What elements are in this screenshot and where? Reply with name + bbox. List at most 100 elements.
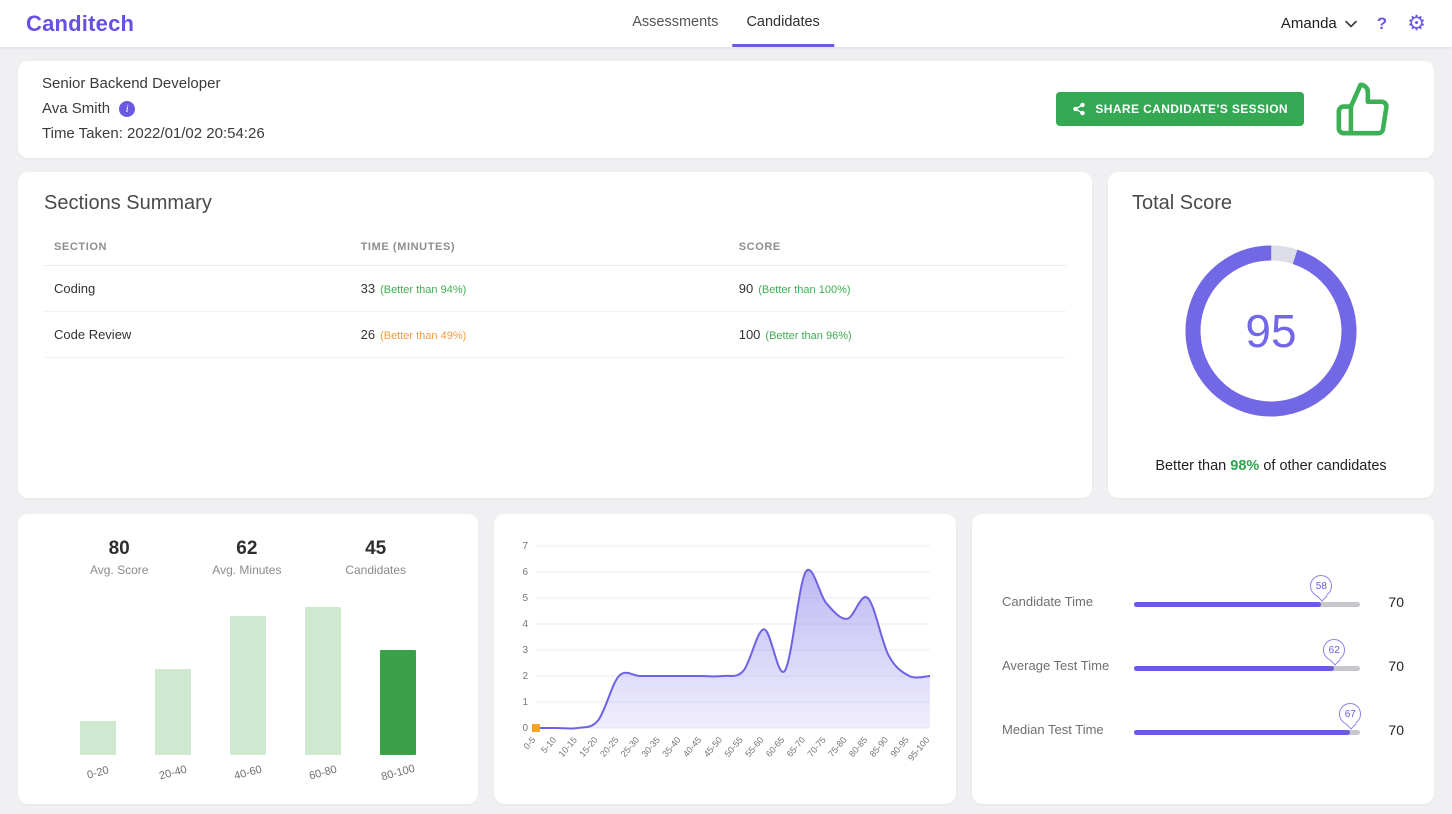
top-nav: Assessments Candidates <box>618 0 834 47</box>
time-comparison-card: Candidate Time5870Average Test Time6270M… <box>972 514 1434 804</box>
slider-label: Candidate Time <box>1002 594 1134 610</box>
area-chart-svg: 012345670-55-1010-1515-2020-2525-3030-35… <box>510 530 938 786</box>
svg-text:85-90: 85-90 <box>868 735 890 759</box>
slider-value-bubble: 62 <box>1323 639 1345 661</box>
svg-text:20-25: 20-25 <box>598 735 620 759</box>
candidate-actions: SHARE CANDIDATE'S SESSION <box>1056 80 1410 138</box>
help-button[interactable]: ? <box>1377 14 1387 34</box>
candidate-info-card: Senior Backend Developer Ava Smith i Tim… <box>18 61 1434 158</box>
user-name: Amanda <box>1281 15 1337 32</box>
bar-column: 0-20 <box>67 607 129 779</box>
svg-text:60-65: 60-65 <box>764 735 786 759</box>
sections-table: SECTION TIME (MINUTES) SCORE Coding33(Be… <box>44 229 1066 358</box>
bottom-row: 80Avg. Score62Avg. Minutes45Candidates 0… <box>18 514 1434 804</box>
bar <box>305 607 341 755</box>
stat-item: 80 Avg. Score <box>90 538 148 577</box>
slider-fill <box>1134 666 1334 671</box>
svg-text:0: 0 <box>522 723 528 734</box>
info-icon[interactable]: i <box>119 101 135 117</box>
total-score-value: 95 <box>1181 241 1361 421</box>
top-bar-actions: Amanda ? ⚙ <box>1281 13 1426 34</box>
total-score-title: Total Score <box>1132 192 1410 215</box>
bar-column: 40-60 <box>217 607 279 779</box>
candidate-details: Senior Backend Developer Ava Smith i Tim… <box>42 75 265 142</box>
svg-text:25-30: 25-30 <box>619 735 641 759</box>
bar-label: 60-80 <box>308 764 338 783</box>
slider-value-bubble: 67 <box>1339 703 1361 725</box>
svg-text:3: 3 <box>522 645 528 656</box>
bar <box>155 669 191 755</box>
stat-value: 80 <box>90 538 148 560</box>
time-slider-row: Median Test Time6770 <box>1002 708 1404 738</box>
score-caption: Better than 98% of other candidates <box>1132 458 1410 478</box>
svg-text:45-50: 45-50 <box>702 735 724 759</box>
svg-text:6: 6 <box>522 567 528 578</box>
svg-text:30-35: 30-35 <box>639 735 661 759</box>
sections-summary-title: Sections Summary <box>44 192 1066 215</box>
timeline-chart-card: 012345670-55-1010-1515-2020-2525-3030-35… <box>494 514 956 804</box>
candidate-time-taken: Time Taken: 2022/01/02 20:54:26 <box>42 125 265 142</box>
stat-value: 62 <box>212 538 281 560</box>
stat-label: Avg. Score <box>90 563 148 577</box>
score-caption-percent: 98% <box>1230 458 1259 474</box>
bar-column: 80-100 <box>367 607 429 779</box>
svg-text:75-80: 75-80 <box>826 735 848 759</box>
svg-text:40-45: 40-45 <box>681 735 703 759</box>
stat-item: 62 Avg. Minutes <box>212 538 281 577</box>
stat-label: Avg. Minutes <box>212 563 281 577</box>
bar <box>80 721 116 755</box>
total-score-card: Total Score 95 Better than 98% of other … <box>1108 172 1434 498</box>
bar-label: 0-20 <box>85 764 109 781</box>
bar-column: 20-40 <box>142 607 204 779</box>
bar-column: 60-80 <box>292 607 354 779</box>
bar <box>380 650 416 755</box>
candidate-name: Ava Smith <box>42 100 110 117</box>
thumbs-up-icon <box>1334 80 1392 138</box>
bar-label: 80-100 <box>380 763 416 783</box>
bar <box>230 616 266 755</box>
svg-text:2: 2 <box>522 671 528 682</box>
svg-text:5: 5 <box>522 593 528 604</box>
slider-fill <box>1134 730 1350 735</box>
column-header-time: TIME (MINUTES) <box>351 229 729 266</box>
slider-label: Median Test Time <box>1002 722 1134 738</box>
svg-text:70-75: 70-75 <box>805 735 827 759</box>
column-header-section: SECTION <box>44 229 351 266</box>
svg-text:7: 7 <box>522 541 528 552</box>
slider-fill <box>1134 602 1321 607</box>
svg-text:80-85: 80-85 <box>847 735 869 759</box>
share-session-button[interactable]: SHARE CANDIDATE'S SESSION <box>1056 92 1304 126</box>
tab-assessments[interactable]: Assessments <box>618 0 732 47</box>
slider-max-label: 70 <box>1360 722 1404 738</box>
stat-value: 45 <box>345 538 406 560</box>
svg-text:10-15: 10-15 <box>557 735 579 759</box>
table-row: Coding33(Better than 94%)90(Better than … <box>44 266 1066 312</box>
slider-max-label: 70 <box>1360 594 1404 610</box>
time-slider-row: Candidate Time5870 <box>1002 580 1404 610</box>
bar-label: 20-40 <box>158 764 188 783</box>
slider-track: 58 <box>1134 580 1360 610</box>
svg-text:1: 1 <box>522 697 528 708</box>
svg-text:5-10: 5-10 <box>539 735 558 755</box>
app-logo[interactable]: Canditech <box>26 11 134 37</box>
candidate-position: Senior Backend Developer <box>42 75 265 92</box>
svg-text:65-70: 65-70 <box>785 735 807 759</box>
settings-gear-icon[interactable]: ⚙ <box>1407 13 1426 34</box>
bar-chart-bars: 0-20 20-4040-6060-8080-100 <box>34 607 462 779</box>
share-button-label: SHARE CANDIDATE'S SESSION <box>1095 102 1288 116</box>
bar-label: 40-60 <box>233 764 263 783</box>
time-slider-row: Average Test Time6270 <box>1002 644 1404 674</box>
slider-track: 62 <box>1134 644 1360 674</box>
score-caption-prefix: Better than <box>1155 458 1230 474</box>
svg-text:4: 4 <box>522 619 528 630</box>
tab-candidates[interactable]: Candidates <box>732 0 833 47</box>
score-donut: 95 <box>1181 241 1361 421</box>
slider-value-bubble: 58 <box>1310 575 1332 597</box>
slider-max-label: 70 <box>1360 658 1404 674</box>
sections-summary-card: Sections Summary SECTION TIME (MINUTES) … <box>18 172 1092 498</box>
score-caption-suffix: of other candidates <box>1259 458 1386 474</box>
chevron-down-icon <box>1345 15 1357 32</box>
stat-label: Candidates <box>345 563 406 577</box>
user-menu[interactable]: Amanda <box>1281 15 1357 32</box>
svg-text:50-55: 50-55 <box>722 735 744 759</box>
